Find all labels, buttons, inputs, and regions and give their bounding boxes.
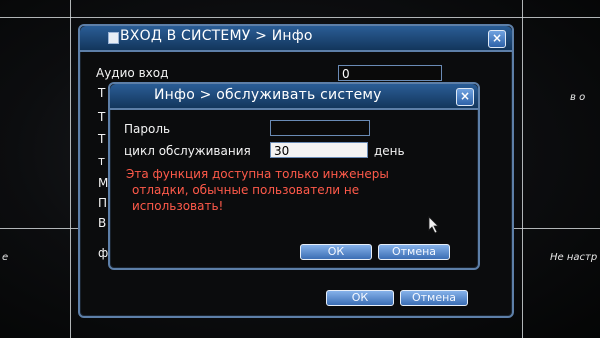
maintenance-cycle-label: цикл обслуживания [124,144,251,158]
maintenance-cycle-unit: день [374,144,405,158]
outer-ok-button[interactable]: ОК [326,290,394,306]
close-icon[interactable]: × [456,88,474,106]
system-maintenance-dialog: Инфо > обслуживать систему × Пароль цикл… [108,82,480,270]
partial-label: Т [98,132,106,146]
window-icon [108,32,119,44]
grid-line-right [522,0,523,338]
password-field[interactable] [270,120,370,136]
grid-line-top [0,17,600,18]
grid-line-left [70,0,71,338]
warning-line: отладки, обычные пользователи не [132,183,360,197]
maintenance-cycle-field[interactable]: 30 [270,142,368,158]
channel-label-right-mid: Не настр [550,252,598,263]
warning-line: использовать! [132,199,224,213]
partial-label: Т [98,86,106,100]
close-icon[interactable]: × [488,30,506,48]
audio-input-field[interactable]: 0 [338,65,442,81]
dvr-screen: в о Не настр e ВХОД В СИСТЕМУ > Инфо × А… [0,0,600,338]
partial-label: В [98,216,107,230]
password-label: Пароль [124,122,171,136]
channel-label-left-mid: e [2,252,9,263]
login-info-title: ВХОД В СИСТЕМУ > Инфо [120,28,313,44]
audio-input-label: Аудио вход [96,66,169,80]
warning-line: Эта функция доступна только инженеры [126,167,389,181]
mouse-pointer-icon [428,216,439,234]
partial-label: т [98,154,105,168]
ok-button[interactable]: ОК [300,244,372,260]
channel-label-right-top: в о [570,92,586,103]
maintenance-title: Инфо > обслуживать систему [154,87,382,103]
partial-label: ф [98,246,109,260]
partial-label: М [98,176,109,190]
partial-label: П [98,196,108,210]
partial-label: Т [98,110,106,124]
outer-cancel-button[interactable]: Отмена [400,290,468,306]
cancel-button[interactable]: Отмена [378,244,450,260]
